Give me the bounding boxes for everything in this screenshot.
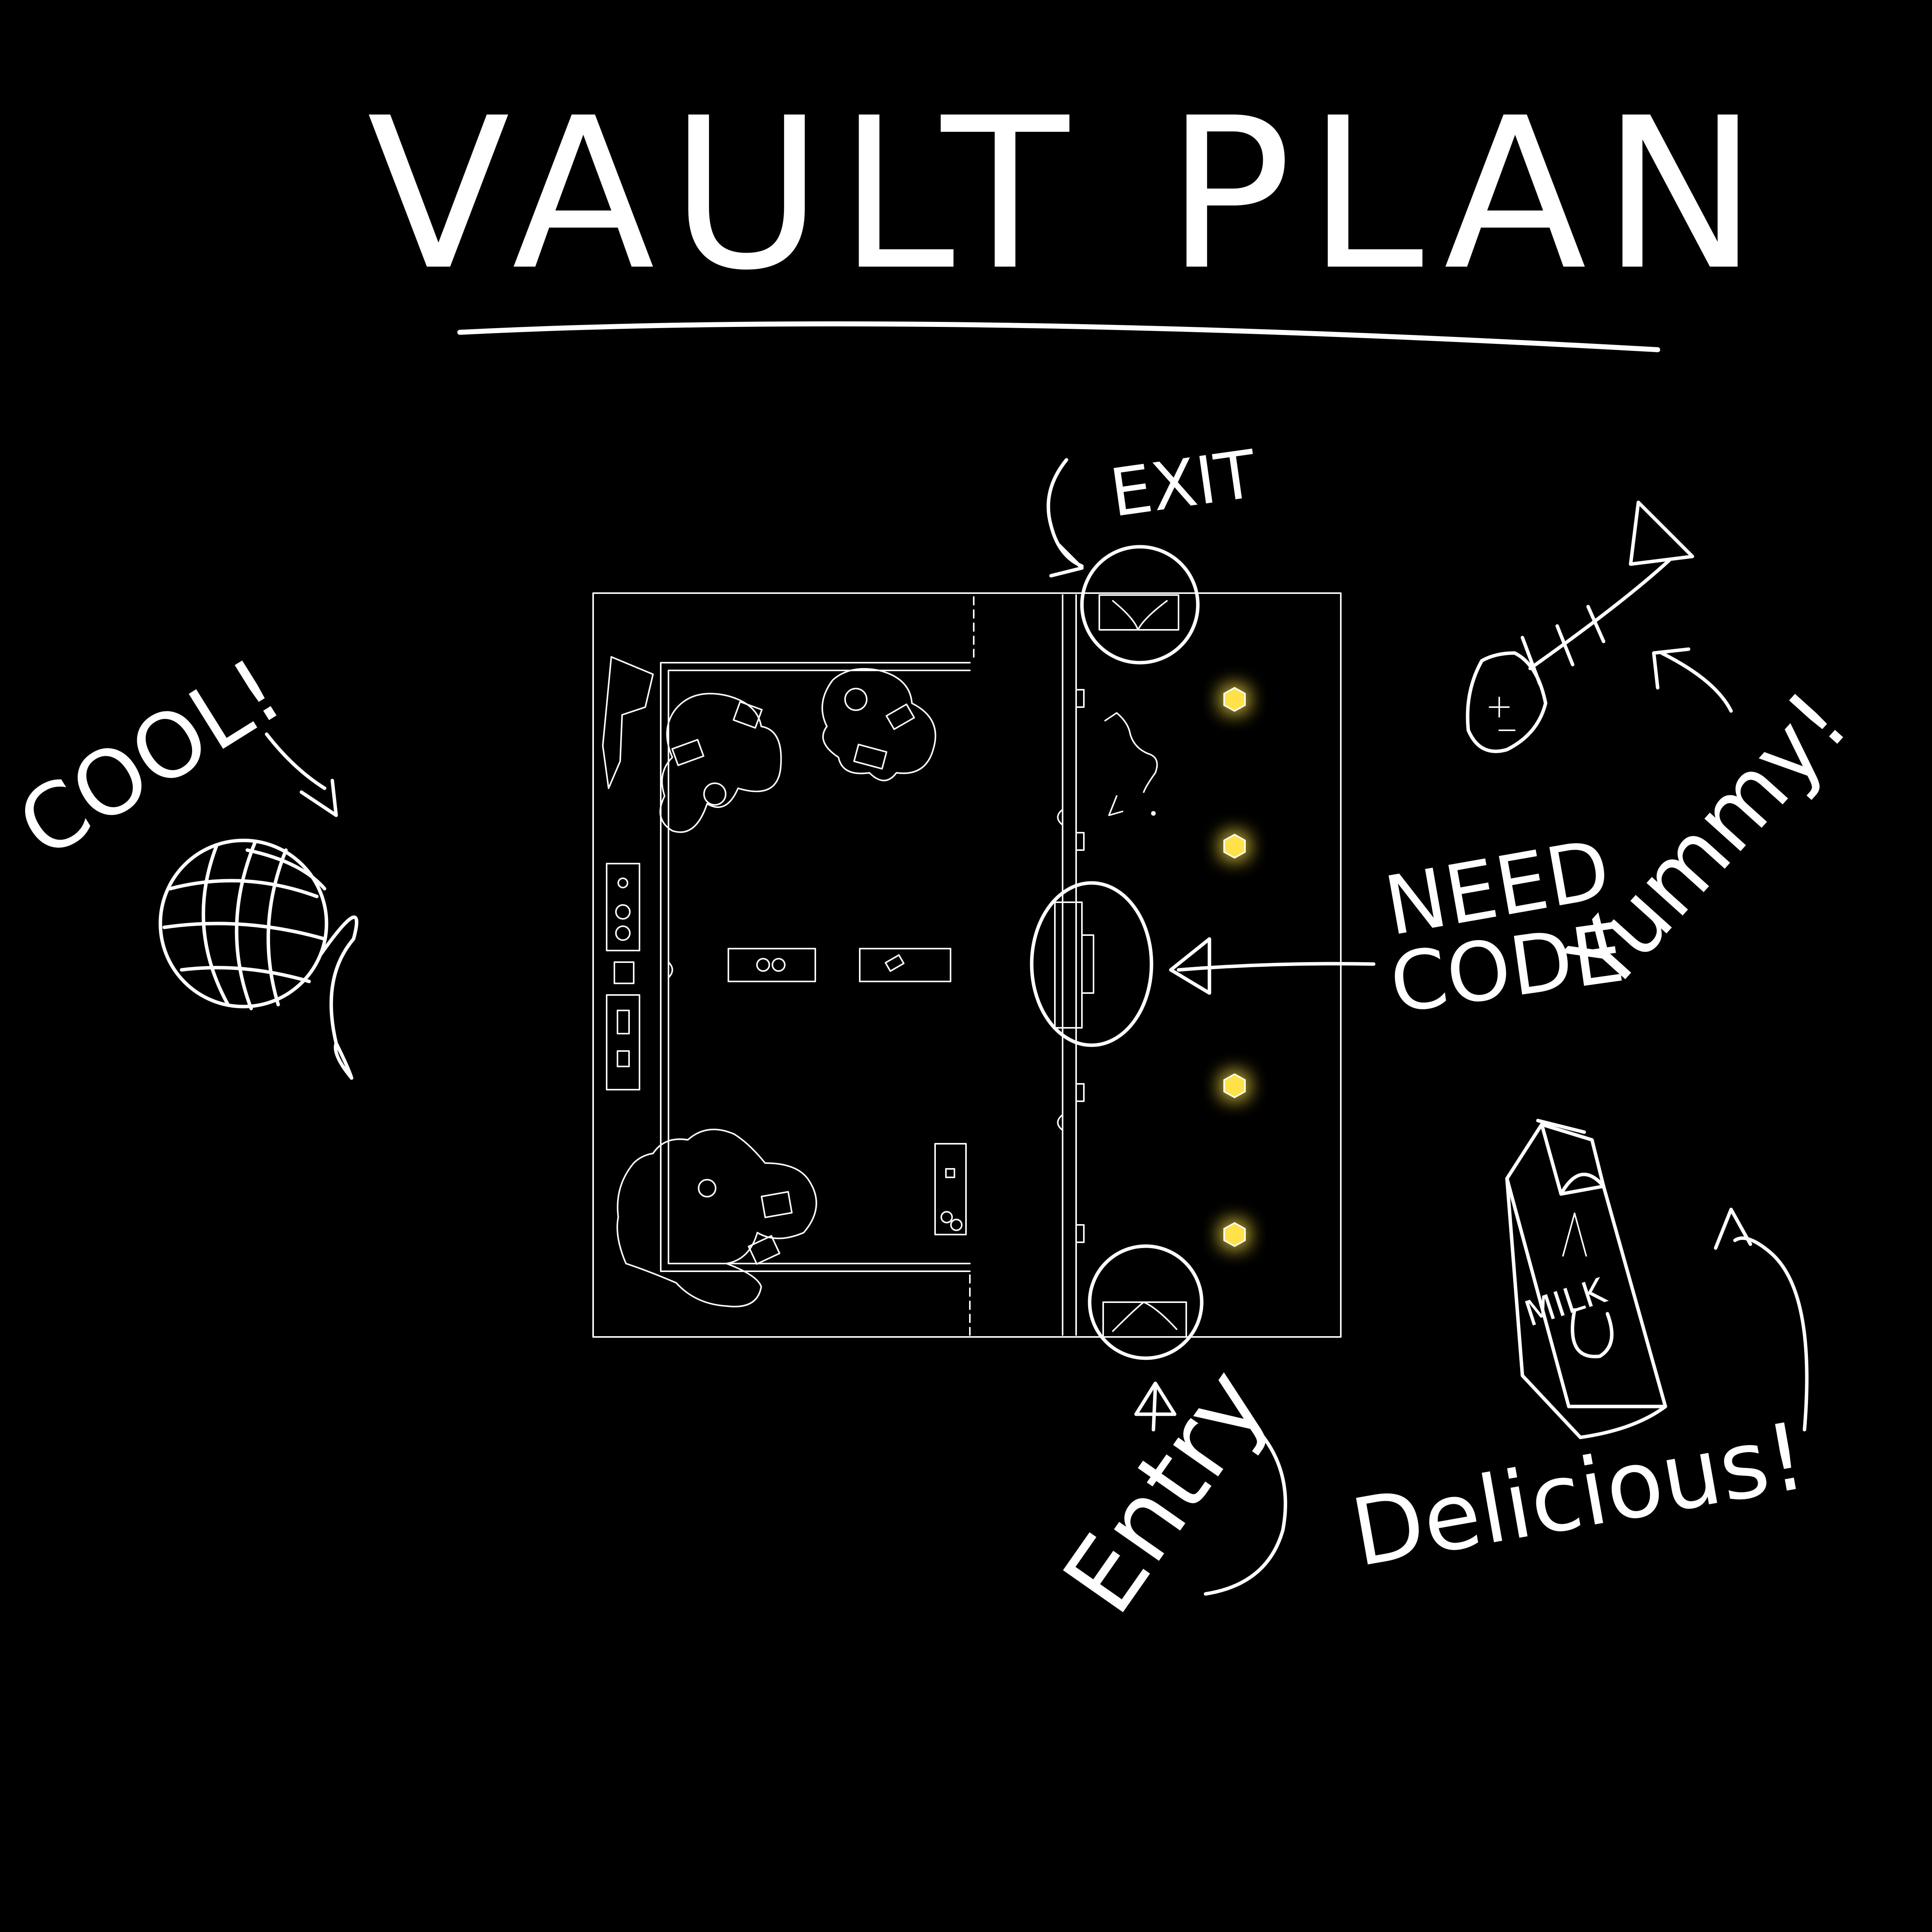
treasure-pile-bottom-left bbox=[616, 1129, 817, 1308]
cannon-object bbox=[602, 656, 654, 789]
yarn-strand bbox=[201, 844, 230, 1007]
vault-plan-canvas: VAULT PLAN EXIT NEED CODE Entry COOL! Yu… bbox=[0, 0, 1932, 1932]
title-underline bbox=[457, 321, 1660, 352]
treasure-pile-top-right bbox=[821, 668, 936, 781]
table-item bbox=[884, 954, 905, 972]
delicious-arrow-head bbox=[1714, 1208, 1752, 1250]
cabinet-slot bbox=[945, 1168, 955, 1178]
question-scribble-arrow bbox=[1108, 795, 1123, 816]
entry-door bbox=[1102, 1301, 1187, 1338]
fish-bone-icon bbox=[1466, 500, 1694, 753]
vault-door-highlight-circle bbox=[1030, 881, 1153, 1047]
wall-bracket bbox=[1075, 1083, 1085, 1102]
inner-room-wall-inner bbox=[668, 670, 971, 1264]
vault-door-lock bbox=[1081, 934, 1094, 994]
delicious-arrow bbox=[1733, 1236, 1809, 1432]
exit-label: EXIT bbox=[1105, 436, 1261, 532]
fish-tail bbox=[1629, 500, 1694, 566]
wall-bracket bbox=[1075, 1224, 1085, 1243]
yarn-strand bbox=[162, 922, 327, 941]
yummy-arrow-head bbox=[1652, 647, 1690, 690]
delicious-label: Delicious! bbox=[1344, 1402, 1813, 1588]
table-right bbox=[859, 948, 951, 982]
cabinet-knob bbox=[940, 1211, 953, 1223]
table-item bbox=[772, 958, 786, 972]
treasure-wheel bbox=[703, 782, 726, 806]
wall-box bbox=[614, 961, 634, 984]
page-title: VAULT PLAN bbox=[367, 73, 1774, 316]
question-scribble bbox=[1104, 712, 1158, 793]
fish-eye bbox=[1489, 697, 1510, 718]
wall-bracket bbox=[1075, 689, 1085, 708]
wall-cabinet bbox=[606, 863, 640, 951]
wall-bracket bbox=[1075, 832, 1085, 851]
table-item bbox=[756, 958, 770, 972]
vault-plan-drawing: VAULT PLAN EXIT NEED CODE Entry COOL! Yu… bbox=[1, 73, 1868, 1634]
entry-label: Entry bbox=[1041, 1348, 1290, 1634]
cool-arrow bbox=[265, 732, 327, 790]
treasure-box bbox=[760, 1191, 793, 1218]
cabinet-knob bbox=[617, 878, 628, 888]
treasure-box bbox=[671, 739, 704, 766]
yummy-arrow bbox=[1660, 651, 1733, 713]
question-dot bbox=[1151, 811, 1156, 816]
need-code-arrow-head bbox=[1169, 937, 1211, 995]
cabinet-slot bbox=[617, 1050, 630, 1067]
treasure-box bbox=[886, 703, 915, 730]
vault-door bbox=[1054, 901, 1083, 1029]
cabinet-knob bbox=[615, 904, 631, 920]
milk-carton-icon: MILK bbox=[1505, 1119, 1667, 1439]
exit-arrow-head bbox=[1049, 543, 1084, 578]
yarn-strand bbox=[180, 966, 311, 983]
cabinet-slot bbox=[617, 1010, 630, 1034]
yarn-ball-icon bbox=[158, 838, 359, 1080]
exit-door-swing bbox=[1112, 600, 1168, 631]
fish-spine bbox=[1528, 558, 1671, 670]
treasure-coin bbox=[698, 1179, 716, 1197]
cabinet-knob bbox=[950, 1219, 963, 1231]
treasure-pile-top-left bbox=[659, 693, 782, 833]
milk-face-brow bbox=[1562, 1213, 1587, 1257]
cabinet-knob bbox=[615, 925, 631, 941]
wall-cabinet bbox=[606, 994, 640, 1090]
treasure-box bbox=[748, 1235, 781, 1265]
treasure-box bbox=[853, 743, 888, 770]
treasure-coin bbox=[844, 688, 867, 711]
entry-door-swing bbox=[1112, 1301, 1177, 1332]
